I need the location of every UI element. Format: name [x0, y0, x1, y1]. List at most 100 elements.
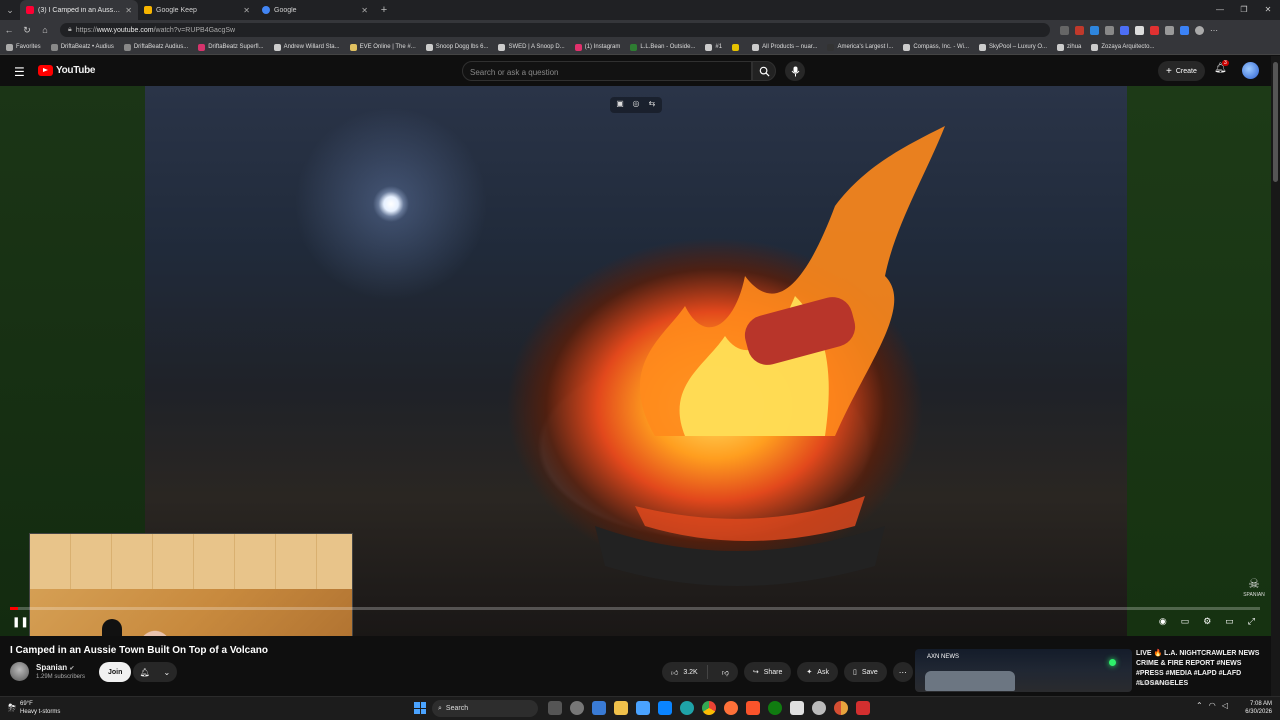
youtube-logo[interactable]: YouTube — [38, 65, 96, 76]
weather-widget[interactable]: ⛈ 69°F Heavy t-storms — [8, 700, 60, 716]
bookmark-item[interactable]: All Products – nuar... — [752, 43, 817, 51]
app-icon[interactable] — [658, 701, 672, 715]
translate-icon[interactable]: ⇆ — [646, 99, 658, 111]
related-video-channel[interactable]: AXN NEWS — [1136, 681, 1168, 687]
bookmark-item[interactable]: DriftaBeatz Superfl... — [198, 43, 264, 51]
close-window-icon[interactable]: ✕ — [1256, 0, 1280, 20]
star-icon[interactable] — [1060, 25, 1069, 35]
bookmark-item[interactable]: Favorites — [6, 43, 41, 51]
extension-icon[interactable] — [1180, 25, 1189, 35]
voice-search-button[interactable] — [785, 61, 805, 81]
firefox-app-icon[interactable] — [724, 701, 738, 715]
task-view-icon[interactable] — [548, 701, 562, 715]
scrollbar-thumb[interactable] — [1273, 62, 1278, 182]
taskbar-search[interactable]: ⌕ Search — [432, 700, 538, 717]
settings-gear-icon[interactable]: ⚙ — [1203, 616, 1211, 627]
channel-watermark[interactable]: ☠ SPANIAN — [1242, 576, 1266, 598]
wifi-icon[interactable]: ◠ — [1209, 701, 1216, 710]
related-video-item[interactable]: AXN NEWS LIVE 🔥 L.A. NIGHTCRAWLER NEWS C… — [915, 649, 1265, 694]
dislike-button[interactable]: 👎︎ — [713, 668, 738, 677]
close-tab-icon[interactable]: ✕ — [125, 6, 132, 15]
bookmark-item[interactable]: #1 — [705, 43, 722, 51]
video-player[interactable]: ▣ ◎ ⇆ ☠ SPANIAN ❚❚ ◉ ▭ ⚙ ▭ ⤢ — [0, 86, 1271, 636]
close-tab-icon[interactable]: ✕ — [361, 6, 368, 15]
channel-name[interactable]: Spanian ✔ — [36, 663, 74, 672]
chrome-canary-app-icon[interactable] — [834, 701, 848, 715]
extension-icon[interactable] — [1075, 25, 1084, 35]
bookmark-item[interactable]: DriftaBeatz Audius... — [123, 43, 188, 51]
url-field[interactable]: 🔒︎ https://www.youtube.com/watch?v=RUPB4… — [60, 23, 1050, 37]
pause-icon[interactable]: ❚❚ — [12, 617, 29, 628]
ask-button[interactable]: ✦ Ask — [797, 662, 838, 682]
bookmark-item[interactable]: Snoop Dogg lbs 6... — [425, 43, 488, 51]
brave-app-icon[interactable] — [746, 701, 760, 715]
extension-icon[interactable] — [1090, 25, 1099, 35]
minimize-icon[interactable]: — — [1208, 0, 1232, 20]
menu-icon[interactable]: ☰ — [14, 65, 25, 79]
search-input[interactable] — [463, 63, 751, 82]
extension-icon[interactable] — [1165, 25, 1174, 35]
home-icon[interactable]: ⌂ — [36, 25, 54, 35]
extension-icon[interactable] — [1135, 25, 1144, 35]
taskbar-clock[interactable]: 7:08 AM 6/30/2026 — [1238, 700, 1272, 716]
photos-app-icon[interactable] — [636, 701, 650, 715]
restore-icon[interactable]: ❐ — [1232, 0, 1256, 20]
start-windows-icon[interactable] — [414, 702, 426, 714]
folder-app-icon[interactable] — [614, 701, 628, 715]
like-button[interactable]: 👍︎ 3.2K — [662, 665, 708, 679]
theater-mode-icon[interactable]: ▭ — [1225, 616, 1234, 627]
more-actions-button[interactable]: ⋯ — [892, 662, 913, 682]
page-scrollbar[interactable] — [1271, 56, 1280, 696]
bookmark-item[interactable]: Zozaya Arquitecto... — [1091, 43, 1154, 51]
related-video-thumbnail[interactable]: AXN NEWS — [915, 649, 1132, 692]
bookmark-item[interactable]: EVE Online | The #... — [349, 43, 416, 51]
share-button[interactable]: ↪ Share — [743, 662, 792, 682]
subtitles-icon[interactable]: ▭ — [1181, 616, 1190, 627]
tab-youtube[interactable]: (3) I Camped in an Aussie Town ✕ — [20, 0, 138, 20]
bookmark-item[interactable] — [732, 43, 742, 51]
create-button[interactable]: + Create — [1158, 61, 1205, 81]
close-tab-icon[interactable]: ✕ — [243, 6, 250, 15]
channel-avatar[interactable] — [10, 662, 29, 681]
tab-google[interactable]: Google ✕ — [256, 0, 374, 20]
subscribed-bell-button[interactable]: 🔔︎ ⌄ — [133, 662, 177, 682]
bookmark-item[interactable]: SkyPool – Luxury O... — [979, 43, 1047, 51]
bookmark-item[interactable]: DriftaBeatz • Audius — [50, 43, 114, 51]
extension-icon[interactable] — [1120, 25, 1129, 35]
store-app-icon[interactable] — [790, 701, 804, 715]
settings-app-icon[interactable] — [570, 701, 584, 715]
account-avatar[interactable] — [1242, 62, 1259, 79]
new-tab-button[interactable]: + — [374, 4, 394, 16]
extension-icon[interactable] — [1150, 25, 1159, 35]
tab-google-keep[interactable]: Google Keep ✕ — [138, 0, 256, 20]
bookmark-item[interactable]: SWED | A Snoop D... — [498, 43, 565, 51]
progress-bar[interactable] — [10, 607, 1260, 610]
menu-dots-icon[interactable]: ⋯ — [1210, 26, 1219, 35]
bookmark-item[interactable]: Compass, Inc. - Wi... — [903, 43, 969, 51]
bookmark-item[interactable]: zihua — [1057, 43, 1081, 51]
join-button[interactable]: Join — [99, 662, 132, 682]
chrome-app-icon[interactable] — [702, 701, 716, 715]
profile-icon[interactable] — [1195, 25, 1204, 35]
edge-app-icon[interactable] — [680, 701, 694, 715]
save-button[interactable]: ▯ Save — [843, 662, 887, 682]
fullscreen-icon[interactable]: ⤢ — [1248, 616, 1255, 627]
bookmark-item[interactable]: L.L.Bean - Outside... — [630, 43, 695, 51]
tray-chevron-icon[interactable]: ⌃ — [1196, 701, 1203, 710]
refresh-icon[interactable]: ↻ — [18, 25, 36, 36]
bookmark-item[interactable]: (1) Instagram — [574, 43, 620, 51]
bookmark-item[interactable]: Andrew Willard Sta... — [273, 43, 340, 51]
search-button[interactable] — [752, 61, 776, 81]
steam-app-icon[interactable] — [812, 701, 826, 715]
miniplayer-icon[interactable]: ▣ — [614, 99, 626, 111]
bookmark-item[interactable]: America's Largest l... — [827, 43, 893, 51]
explorer-app-icon[interactable] — [592, 701, 606, 715]
volume-icon[interactable]: ◁ — [1222, 701, 1228, 710]
back-icon[interactable]: ← — [0, 25, 18, 35]
tab-search-icon[interactable]: ⌄ — [0, 0, 20, 20]
xbox-app-icon[interactable] — [768, 701, 782, 715]
extension-icon[interactable] — [1105, 25, 1114, 35]
app-icon[interactable] — [856, 701, 870, 715]
autoplay-toggle-icon[interactable]: ◉ — [1159, 616, 1167, 627]
cast-icon[interactable]: ◎ — [630, 99, 642, 111]
